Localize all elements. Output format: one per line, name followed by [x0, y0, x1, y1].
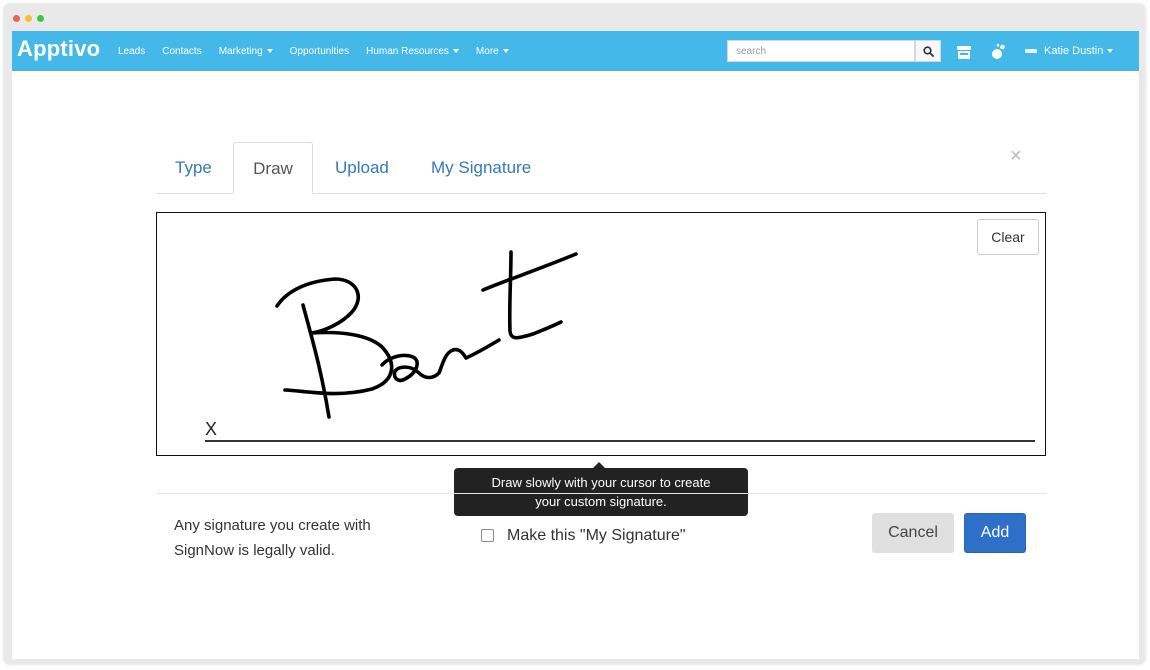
footer-divider — [156, 493, 1046, 494]
nav-item-marketing[interactable]: Marketing — [219, 46, 273, 57]
close-icon[interactable]: × — [1010, 145, 1022, 168]
nav-item-label: Human Resources — [366, 45, 449, 57]
caret-down-icon — [502, 48, 509, 53]
maximize-window-icon[interactable] — [37, 15, 44, 22]
caret-down-icon — [1107, 49, 1114, 53]
user-avatar — [1025, 49, 1037, 53]
tab-upload[interactable]: Upload — [335, 142, 389, 193]
apps-icon[interactable] — [988, 42, 1008, 62]
store-icon[interactable] — [954, 42, 974, 62]
drawn-signature — [275, 250, 578, 419]
tooltip-line-2: your custom signature. — [535, 494, 667, 509]
caret-down-icon — [452, 48, 459, 53]
user-menu[interactable]: Katie Dustin — [1025, 31, 1114, 71]
nav-item-opportunities[interactable]: Opportunities — [290, 46, 349, 57]
window-titlebar — [4, 4, 1145, 32]
nav-item-leads[interactable]: Leads — [118, 46, 145, 57]
top-navbar: Apptivo Leads Contacts Marketing Opportu… — [12, 31, 1139, 71]
tooltip-line-1: Draw slowly with your cursor to create — [491, 475, 711, 490]
nav-item-more[interactable]: More — [476, 46, 509, 57]
tab-type[interactable]: Type — [175, 142, 212, 193]
legal-line-1: Any signature you create with — [174, 517, 371, 534]
nav-item-label: Contacts — [162, 45, 202, 57]
add-button[interactable]: Add — [964, 513, 1026, 553]
nav-item-label: Leads — [118, 45, 146, 57]
nav-item-human-resources[interactable]: Human Resources — [366, 46, 459, 57]
user-name: Katie Dustin — [1044, 45, 1104, 57]
clear-button[interactable]: Clear — [977, 219, 1039, 255]
nav-item-label: Marketing — [218, 45, 263, 57]
nav-item-label: Opportunities — [289, 45, 350, 57]
browser-window: Apptivo Leads Contacts Marketing Opportu… — [4, 4, 1145, 664]
my-signature-checkbox[interactable] — [481, 529, 494, 542]
legal-notice: Any signature you create with SignNow is… — [174, 513, 414, 563]
nav-menu: Leads Contacts Marketing Opportunities H… — [118, 31, 526, 71]
search-button[interactable] — [915, 40, 941, 62]
signature-marker: X — [205, 419, 218, 439]
search-input[interactable] — [727, 40, 915, 62]
my-signature-checkbox-label[interactable]: Make this "My Signature" — [507, 527, 686, 545]
tab-my-signature[interactable]: My Signature — [431, 142, 531, 193]
nav-item-label: More — [475, 45, 499, 57]
signature-tabs: Type Draw Upload My Signature — [156, 142, 1046, 194]
cancel-button[interactable]: Cancel — [872, 513, 954, 553]
caret-down-icon — [266, 48, 273, 53]
signature-canvas[interactable]: X Clear — [156, 212, 1046, 456]
signature-baseline — [205, 440, 1035, 442]
legal-line-2: SignNow is legally valid. — [174, 542, 335, 559]
apptivo-logo[interactable]: Apptivo — [17, 36, 100, 62]
tab-draw[interactable]: Draw — [233, 142, 313, 194]
minimize-window-icon[interactable] — [25, 15, 32, 22]
search-icon — [922, 45, 934, 57]
draw-hint-tooltip: Draw slowly with your cursor to create y… — [454, 462, 748, 516]
page-viewport: Apptivo Leads Contacts Marketing Opportu… — [12, 31, 1139, 659]
close-window-icon[interactable] — [13, 15, 20, 22]
nav-item-contacts[interactable]: Contacts — [162, 46, 201, 57]
